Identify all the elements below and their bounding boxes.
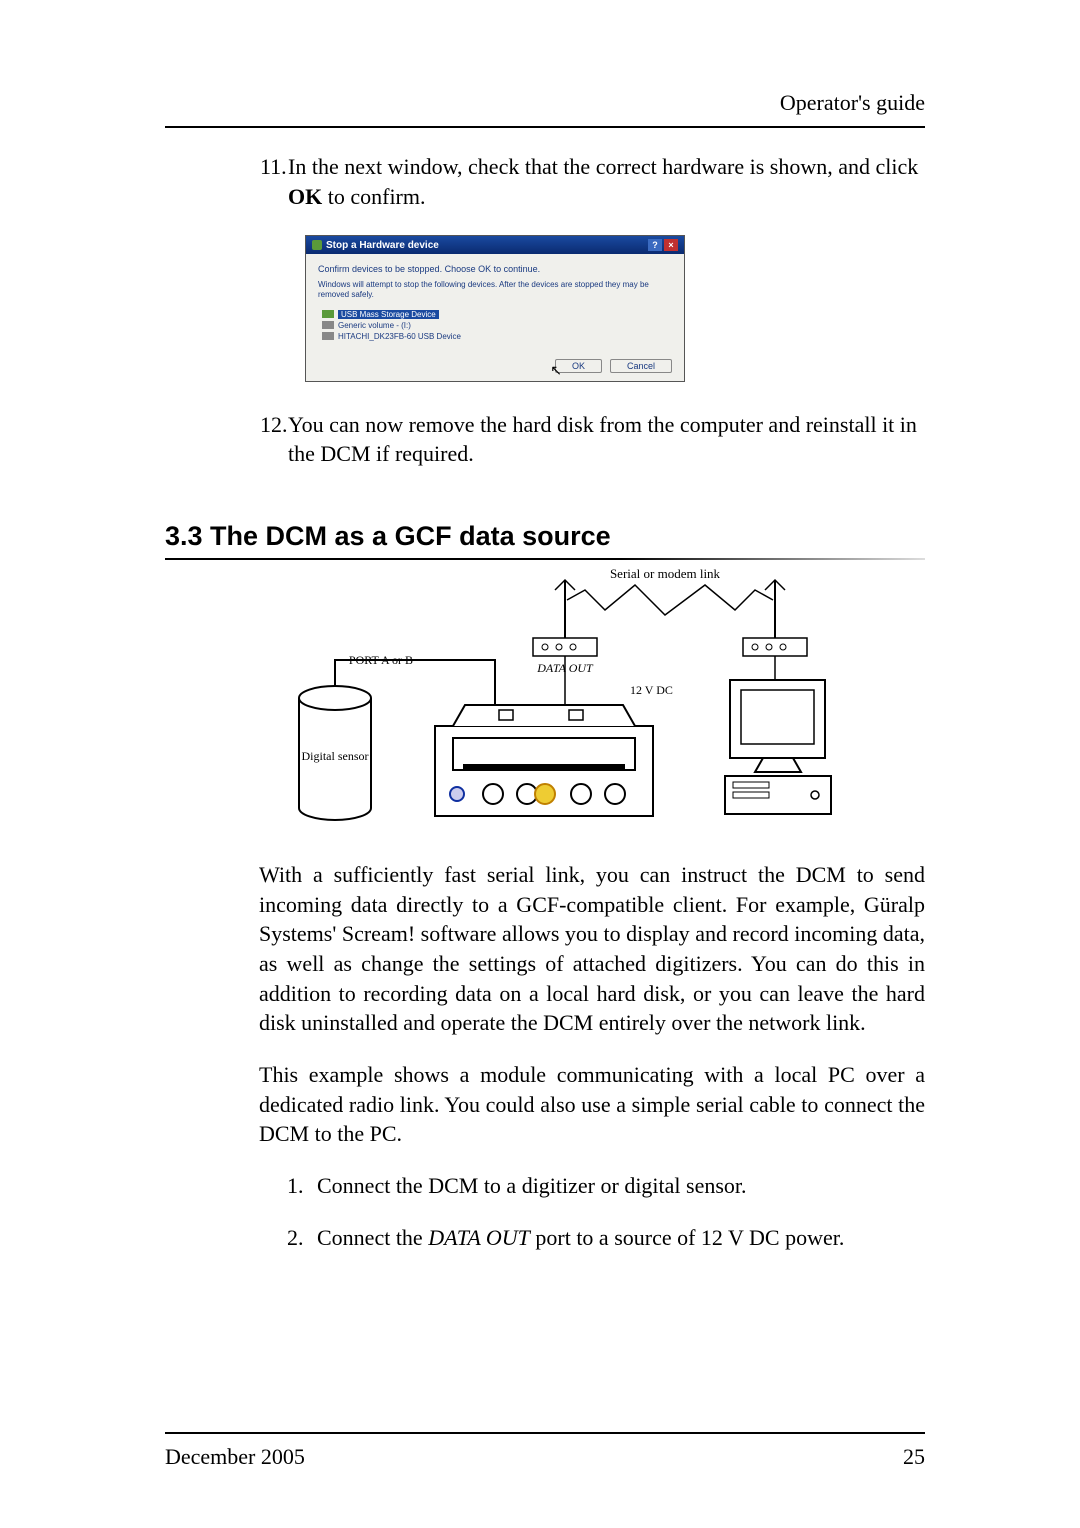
list-item-1: 1. Connect the DCM to a digitizer or dig… [287,1171,925,1201]
diagram-container: Serial or modem link DATA OUT 12 V DC PO… [165,560,925,840]
device-row[interactable]: Generic volume - (I:) [322,321,672,330]
bottom-rule [165,1432,925,1434]
device-list: USB Mass Storage Device Generic volume -… [322,310,672,341]
step-12: 12. You can now remove the hard disk fro… [260,410,925,469]
ok-button[interactable]: OK [555,359,602,373]
dialog-container: Stop a Hardware device ? × Confirm devic… [165,235,925,381]
titlebar-buttons: ? × [648,239,678,251]
dialog-subtext: Windows will attempt to stop the followi… [318,280,672,299]
ok-bold: OK [288,184,322,209]
device-row[interactable]: HITACHI_DK23FB-60 USB Device [322,332,672,341]
paragraph-1: With a sufficiently fast serial link, yo… [259,860,925,1038]
drive-icon [322,321,334,329]
serial-link-label: Serial or modem link [610,566,721,581]
stop-hardware-dialog: Stop a Hardware device ? × Confirm devic… [305,235,685,381]
step-11: 11. In the next window, check that the c… [260,152,925,211]
data-out-italic: DATA OUT [428,1225,530,1250]
device-name: USB Mass Storage Device [338,310,439,319]
page-number: 25 [903,1444,925,1470]
paragraph-2: This example shows a module communicatin… [259,1060,925,1149]
titlebar-left: Stop a Hardware device [312,240,439,251]
footer-row: December 2005 25 [165,1444,925,1470]
top-step-list-2: 12. You can now remove the hard disk fro… [165,410,925,469]
list-text: Connect the DCM to a digitizer or digita… [317,1171,747,1201]
footer: December 2005 25 [165,1432,925,1470]
dialog-titlebar: Stop a Hardware device ? × [306,236,684,254]
dialog-body: Confirm devices to be stopped. Choose OK… [306,254,684,380]
dialog-button-row: OK Cancel [318,359,672,373]
top-step-list: 11. In the next window, check that the c… [165,152,925,211]
text-segment: to confirm. [322,184,425,209]
footer-date: December 2005 [165,1444,305,1470]
text-segment: port to a source of 12 V DC power. [530,1225,844,1250]
close-button[interactable]: × [664,239,678,251]
device-row-selected[interactable]: USB Mass Storage Device [322,310,672,319]
list-item-2: 2. Connect the DATA OUT port to a source… [287,1223,925,1253]
device-name: HITACHI_DK23FB-60 USB Device [338,332,461,341]
dialog-title: Stop a Hardware device [326,240,439,251]
section-heading: 3.3 The DCM as a GCF data source [165,521,925,552]
list-text: Connect the DATA OUT port to a source of… [317,1223,844,1253]
network-diagram: Serial or modem link DATA OUT 12 V DC PO… [235,560,855,840]
dialog-heading: Confirm devices to be stopped. Choose OK… [318,264,672,274]
cursor-icon: ↖ [550,362,562,379]
list-number: 2. [287,1223,317,1253]
step-number: 12. [260,410,288,469]
step-number: 11. [260,152,288,211]
step-text: In the next window, check that the corre… [288,152,925,211]
sensor-label: Digital sensor [302,749,369,763]
drive-icon [322,332,334,340]
app-icon [312,240,322,250]
step-text: You can now remove the hard disk from th… [288,410,925,469]
top-rule [165,126,925,128]
help-button[interactable]: ? [648,239,662,251]
numbered-list: 1. Connect the DCM to a digitizer or dig… [287,1171,925,1252]
text-segment: In the next window, check that the corre… [288,154,918,179]
cancel-button[interactable]: Cancel [610,359,672,373]
usb-icon [322,310,334,318]
device-name: Generic volume - (I:) [338,321,411,330]
list-number: 1. [287,1171,317,1201]
header-right: Operator's guide [165,90,925,116]
text-segment: Connect the [317,1225,428,1250]
volt-label: 12 V DC [630,683,673,697]
